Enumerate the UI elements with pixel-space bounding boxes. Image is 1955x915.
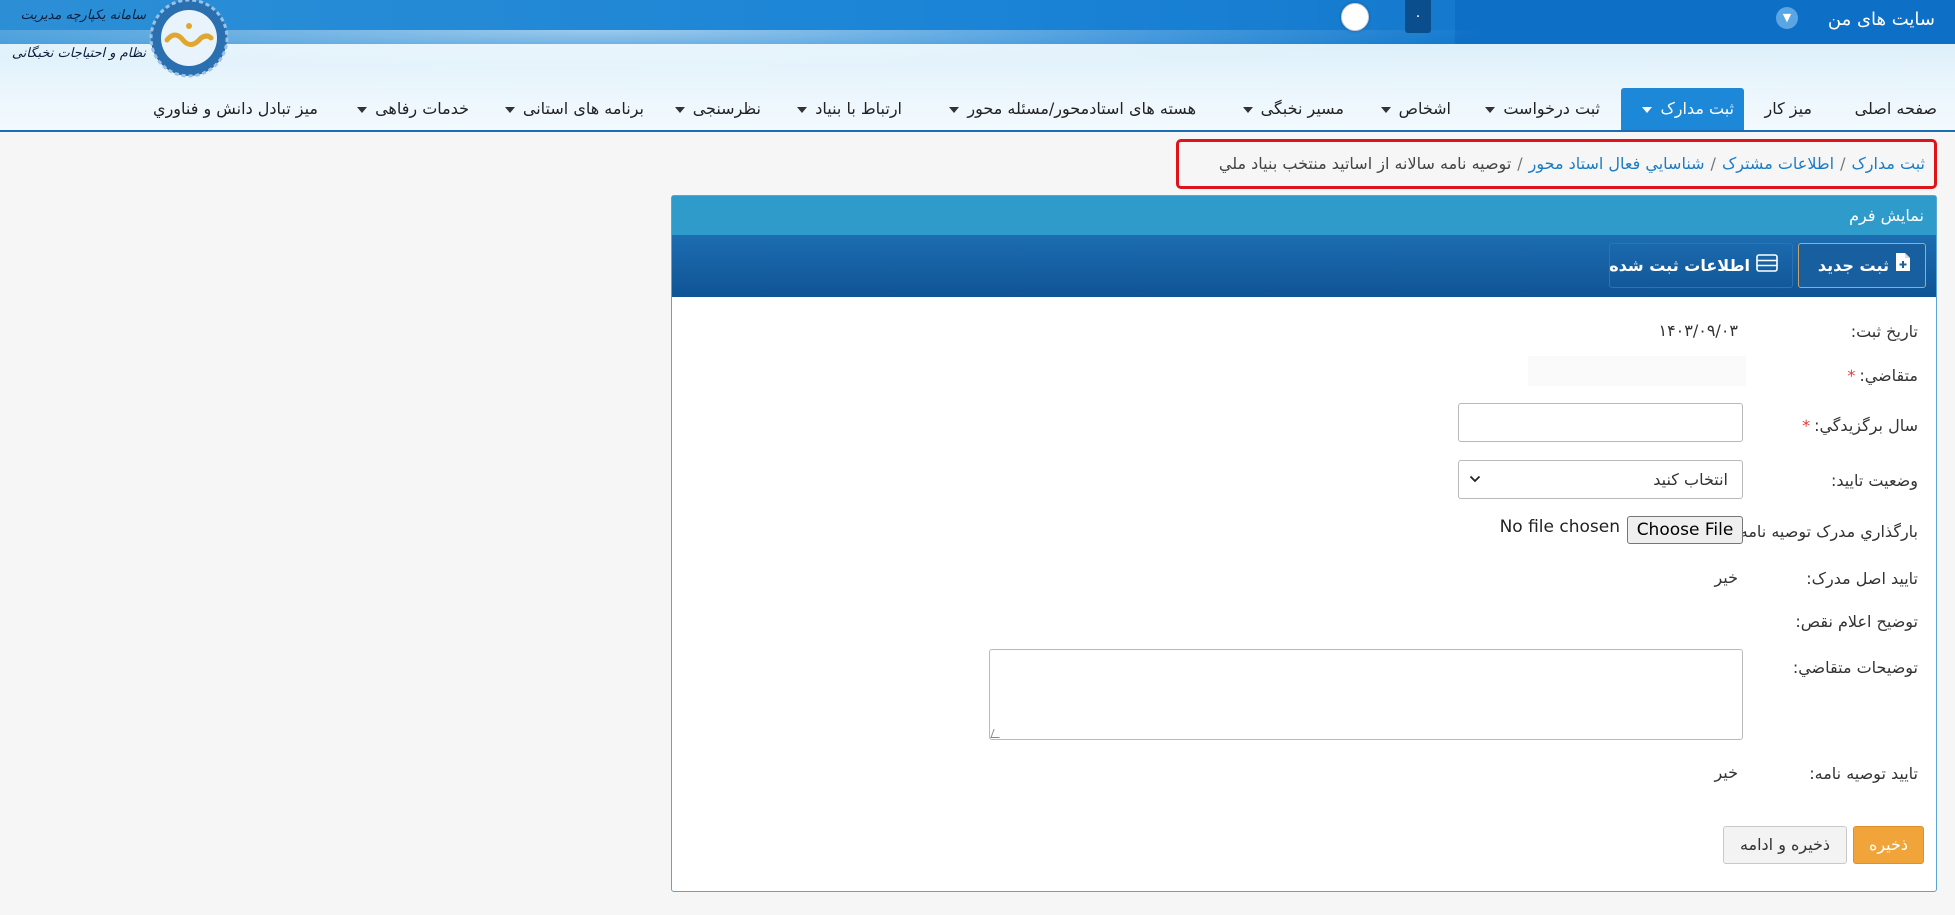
nav-label: ثبت درخواست [1503, 99, 1600, 118]
upload-label: بارگذاري مدرک توصيه نامه: [1734, 522, 1918, 541]
nav-desk[interactable]: میز کار [1754, 88, 1822, 130]
caret-down-icon [674, 106, 685, 113]
nav-label: برنامه های استانی [522, 99, 644, 118]
caret-down-icon [1380, 106, 1391, 113]
nav-contact[interactable]: ارتباط با بنیاد [787, 88, 912, 130]
panel-toolbar: ثبت جديد اطلاعات ثبت شده [672, 235, 1936, 297]
selection-year-input[interactable] [1458, 403, 1743, 442]
caret-down-icon [949, 106, 960, 113]
sina-logo-icon[interactable] [145, 0, 233, 78]
breadcrumb-current: توصيه نامه سالانه از اساتيد منتخب بنياد … [1218, 154, 1512, 173]
defect-label: توضيح اعلام نقص: [1795, 612, 1918, 631]
nav-label: هسته های استادمحور/مسئله محور [967, 99, 1196, 118]
nav-label: ثبت مدارک [1660, 99, 1734, 118]
original-confirm-label: تاييد اصل مدرک: [1806, 569, 1918, 588]
logo-text: سامانه یکپارچه مدیریت نظام و احتیاجات نخ… [12, 6, 146, 72]
caret-down-icon [797, 106, 808, 113]
choose-file-button[interactable]: Choose File [1627, 516, 1743, 544]
breadcrumb-separator: / [1517, 154, 1523, 173]
main-nav: صفحه اصلی میز کار ثبت مدارک ثبت درخواست … [0, 88, 1955, 132]
required-mark: * [1802, 416, 1811, 435]
site-header: سایت های من ▼ ۰ سامانه یکپارچه مدیریت نظ… [0, 0, 1955, 132]
approval-status-value: انتخاب کنيد [1653, 470, 1728, 489]
applicant-label: متقاضي:* [1847, 366, 1918, 385]
saved-records-label: اطلاعات ثبت شده [1609, 256, 1750, 275]
nav-label: خدمات رفاهی [375, 99, 469, 118]
status-label: وضعيت تاييد: [1830, 471, 1918, 490]
logo-line-2: نظام و احتیاجات نخبگانی [11, 46, 146, 61]
breadcrumb-separator: / [1710, 154, 1716, 173]
nav-welfare[interactable]: خدمات رفاهی [347, 88, 479, 130]
breadcrumb: ثبت مدارک / اطلاعات مشترک / شناسايي فعال است… [1176, 139, 1937, 189]
applicant-notes-label: توضيحات متقاضي: [1792, 658, 1918, 677]
nav-documents[interactable]: ثبت مدارک [1621, 88, 1744, 130]
nav-home[interactable]: صفحه اصلی [1845, 88, 1947, 130]
logo-line-1: سامانه یکپارچه مدیریت [20, 8, 146, 23]
breadcrumb-active-professor[interactable]: شناسايي فعال استاد محور [1529, 154, 1705, 173]
form-panel: نمایش فرم ثبت جديد اطلاعات ثبت شده تاريخ… [671, 195, 1937, 892]
panel-title: نمایش فرم [672, 196, 1936, 235]
user-toggle-icon[interactable] [1341, 3, 1369, 31]
recommend-confirm-label: تاييد توصيه نامه: [1809, 764, 1918, 783]
new-file-icon [1895, 245, 1911, 288]
applicant-label-text: متقاضي: [1859, 366, 1918, 385]
my-sites-menu[interactable]: سایت های من [1828, 5, 1935, 35]
nav-persons[interactable]: اشخاص [1371, 88, 1461, 130]
required-mark: * [1847, 366, 1856, 385]
recommend-confirm-value: خير [1714, 763, 1738, 782]
breadcrumb-separator: / [1840, 154, 1846, 173]
list-icon [1756, 245, 1778, 288]
nav-provincial[interactable]: برنامه های استانی [495, 88, 654, 130]
save-button[interactable]: ذخيره [1853, 826, 1924, 864]
applicant-notes-textarea[interactable] [989, 649, 1743, 740]
caret-down-icon [1485, 106, 1496, 113]
breadcrumb-documents[interactable]: ثبت مدارک [1851, 154, 1925, 173]
year-label-text: سال برگزيدگي: [1814, 416, 1918, 435]
nav-label: صفحه اصلی [1854, 99, 1937, 118]
caret-down-icon [357, 106, 368, 113]
breadcrumb-shared-info[interactable]: اطلاعات مشترک [1722, 154, 1834, 173]
nav-survey[interactable]: نظرسنجی [665, 88, 771, 130]
caret-down-icon [1642, 106, 1653, 113]
nav-label: ارتباط با بنیاد [815, 99, 902, 118]
nav-elite-path[interactable]: مسیر نخبگی [1233, 88, 1354, 130]
saved-records-button[interactable]: اطلاعات ثبت شده [1609, 243, 1793, 288]
caret-down-icon [504, 106, 515, 113]
nav-knowledge-exchange[interactable]: میز تبادل دانش و فناوري [143, 88, 328, 130]
year-label: سال برگزيدگي:* [1802, 416, 1918, 435]
caret-down-icon [1242, 106, 1253, 113]
nav-label: نظرسنجی [692, 99, 761, 118]
notification-counter[interactable]: ۰ [1405, 0, 1431, 33]
applicant-value [1528, 356, 1746, 386]
file-status: No file chosen [1499, 517, 1620, 537]
nav-cores[interactable]: هسته های استادمحور/مسئله محور [939, 88, 1206, 130]
reg-date-label: تاريخ ثبت: [1850, 322, 1918, 341]
chevron-down-icon [1469, 461, 1481, 513]
nav-label: میز کار [1764, 99, 1812, 118]
nav-label: میز تبادل دانش و فناوري [153, 99, 318, 118]
resize-handle-icon[interactable] [990, 729, 1003, 738]
new-record-button[interactable]: ثبت جديد [1798, 243, 1926, 288]
nav-label: مسیر نخبگی [1260, 99, 1344, 118]
chevron-down-icon[interactable]: ▼ [1776, 7, 1798, 29]
original-confirm-value: خير [1714, 568, 1738, 587]
reg-date-value: ۱۴۰۳/۰۹/۰۳ [1658, 321, 1738, 340]
save-continue-button[interactable]: ذخيره و ادامه [1723, 826, 1847, 864]
approval-status-select[interactable]: انتخاب کنيد [1458, 460, 1743, 499]
nav-request[interactable]: ثبت درخواست [1475, 88, 1610, 130]
new-record-label: ثبت جديد [1817, 256, 1889, 275]
nav-label: اشخاص [1398, 99, 1451, 118]
